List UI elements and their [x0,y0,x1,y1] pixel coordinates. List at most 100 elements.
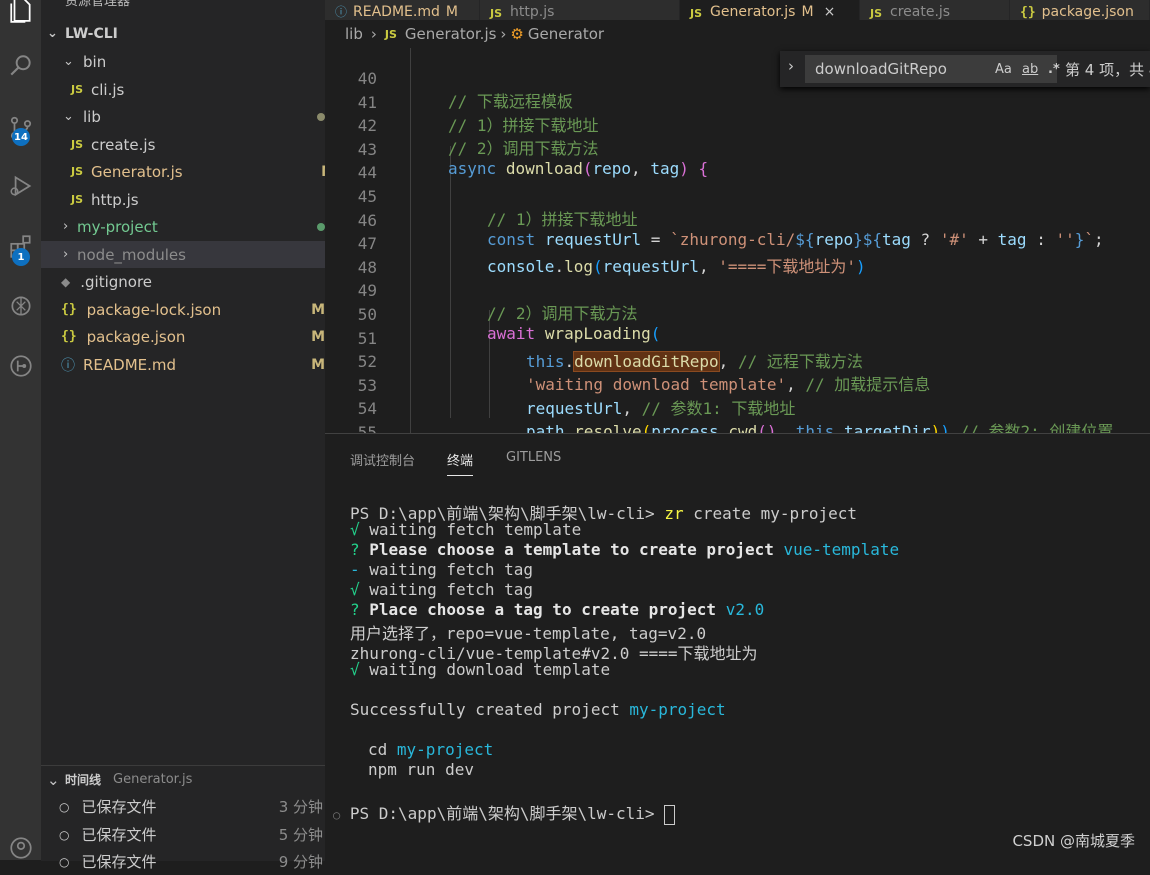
explorer-sidebar: 资源管理器 ⌄ LW-CLI ⌄ bin JS cli.js ⌄ lib JS … [41,0,325,860]
timeline-header[interactable]: ⌄ 时间线 Generator.js [41,766,331,793]
tree-folder-bin[interactable]: ⌄ bin [41,48,325,75]
terminal-line: ? Place choose a tag to create project v… [350,600,765,619]
tab-readme[interactable]: ⓘ README.md M [325,0,480,20]
chevron-right-icon[interactable]: › [788,57,794,75]
js-file-icon: JS [690,7,703,20]
regex-icon[interactable]: .* [1048,62,1060,77]
tree-file-create[interactable]: JS create.js [41,131,325,158]
tree-folder-lib[interactable]: ⌄ lib [41,103,325,130]
timeline-item[interactable]: ○ 已保存文件 3 分钟 [41,793,343,820]
terminal-line: cd my-project [368,740,494,759]
modified-flag: M [311,356,325,373]
commit-circle-icon: ○ [59,799,70,814]
breadcrumb-file[interactable]: Generator.js [405,25,497,43]
chevron-down-icon: ⌄ [47,770,60,789]
timeline-item-time: 9 分钟 [278,853,323,871]
tab-label: README.md [353,4,440,20]
tab-label: Generator.js [710,4,796,20]
json-file-icon: {} [1020,5,1036,20]
timeline-title: 时间线 [65,773,102,787]
tree-folder-node-modules[interactable]: › node_modules [41,241,325,268]
tree-file-readme[interactable]: ⓘ README.md M [41,351,325,378]
tab-terminal[interactable]: 终端 [447,450,474,476]
class-icon: ⚙ [510,25,524,43]
openai-icon[interactable] [0,286,41,326]
timeline-item[interactable]: ○ 已保存文件 9 分钟 [41,848,343,875]
tree-label: http.js [91,190,139,209]
tab-debug-console[interactable]: 调试控制台 [350,450,415,469]
breadcrumb-symbol[interactable]: Generator [528,25,604,43]
timeline-item-label: 已保存文件 [81,826,157,844]
tree-folder-my-project[interactable]: › my-project [41,213,325,240]
extensions-badge: 1 [12,248,30,266]
untracked-dot-icon [317,222,325,231]
code-line: 53 requestUrl, // 参数1: 下载地址 [325,357,1150,418]
code-line: 54 path.resolve(process.cwd(), this.targ… [325,380,1150,433]
code-line: 43 async download(repo, tag) { [325,121,1150,178]
commit-circle-icon: ○ [59,827,70,842]
explorer-icon[interactable] [0,0,41,30]
tree-file-package[interactable]: {} package.json M [41,323,325,350]
tree-file-generator[interactable]: JS Generator.js M [41,158,325,185]
find-input[interactable]: downloadGitRepo Aa ab .* [805,55,1060,83]
timeline-panel: ⌄ 时间线 Generator.js ○ 已保存文件 3 分钟 ○ 已保存文件 … [41,765,325,871]
breadcrumb-folder[interactable]: lib [345,25,363,43]
timeline-item-label: 已保存文件 [81,798,157,816]
tree-file-gitignore[interactable]: ◆ .gitignore [41,268,325,295]
tree-label: package.json [86,327,186,346]
tree-file-http[interactable]: JS http.js [41,186,325,213]
js-file-icon: JS [71,165,84,178]
tab-gitlens[interactable]: GITLENS [506,450,561,465]
tree-file-package-lock[interactable]: {} package-lock.json M [41,296,325,323]
json-file-icon: {} [61,329,77,344]
chevron-down-icon: ⌄ [63,109,74,124]
explorer-root[interactable]: ⌄ LW-CLI [41,20,325,47]
modified-flag: M [311,328,325,345]
run-debug-icon[interactable] [0,166,41,206]
gitignore-icon: ◆ [61,274,71,289]
tab-create[interactable]: JS create.js [860,0,1010,20]
timeline-file: Generator.js [113,772,193,787]
editor-tabs: ⓘ README.md M JS http.js JS Generator.js… [325,0,1150,20]
tree-file-cli[interactable]: JS cli.js [41,76,325,103]
chevron-right-icon: › [63,247,69,262]
js-file-icon: JS [870,7,883,20]
match-case-icon[interactable]: Aa [995,62,1012,77]
breadcrumb-sep: › [370,25,377,43]
modified-flag: M [311,301,325,318]
code-line: 44 [325,144,1150,182]
search-icon[interactable] [0,46,41,86]
code-line: 45 // 1）拼接下载地址 [325,168,1150,229]
tab-label: http.js [510,4,555,20]
js-file-icon: JS [490,7,503,20]
tab-http[interactable]: JS http.js [480,0,680,20]
account-icon[interactable] [0,828,41,868]
timeline-item-time: 5 分钟 [278,826,323,844]
whole-word-icon[interactable]: ab [1022,62,1038,77]
timeline-item-time: 3 分钟 [278,798,323,816]
timeline-item[interactable]: ○ 已保存文件 5 分钟 [41,821,343,848]
tree-label: README.md [83,355,177,374]
code-line: 55 } [325,404,1150,433]
close-icon[interactable]: × [824,4,836,20]
js-file-icon: JS [71,193,84,206]
terminal-line: ? Please choose a template to create pro… [350,540,900,559]
root-label: LW-CLI [65,25,118,42]
tab-label: create.js [890,4,951,20]
tree-label: .gitignore [80,272,153,291]
tab-generator[interactable]: JS Generator.js M × [680,0,860,20]
tab-package[interactable]: {} package.json [1010,0,1150,20]
info-icon: ⓘ [61,357,75,374]
chevron-down-icon: ⌄ [47,26,58,41]
breadcrumb: lib › JS Generator.js › ⚙ Generator [325,20,1150,48]
terminal-line: zhurong-cli/vue-template#v2.0 ====下载地址为 [350,644,758,663]
terminal-line: npm run dev [368,760,474,779]
find-result-count: 第 4 项，共 4 [1065,61,1150,79]
js-file-icon: JS [71,138,84,151]
code-editor[interactable]: 40 // 下载远程模板 41 // 1）拼接下载地址 42 // 2）调用下载… [325,48,1150,433]
terminal-line: √ waiting fetch template [350,520,582,539]
tab-label: package.json [1041,4,1134,20]
json-file-icon: {} [61,302,77,317]
info-icon: ⓘ [335,5,348,19]
gitlens-icon[interactable] [0,346,41,386]
